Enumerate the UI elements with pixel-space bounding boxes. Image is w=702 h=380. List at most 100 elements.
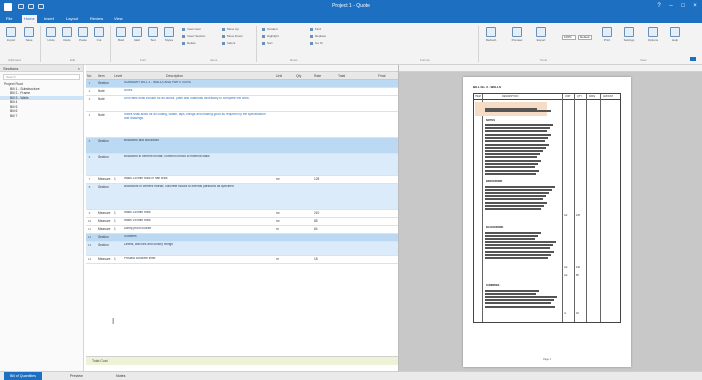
- bold-button[interactable]: Bold: [114, 27, 128, 42]
- styles-label: Styles: [164, 38, 174, 42]
- tab-bill-of-quantities[interactable]: Bill of Quantities: [4, 372, 42, 380]
- tab-view[interactable]: View: [112, 15, 125, 23]
- ribbon: Import Save Undo Redo Paste Cut Bold Ita…: [0, 23, 702, 65]
- move-down-command[interactable]: Move Down: [222, 34, 243, 39]
- pg-text-line: [485, 302, 551, 304]
- style-select[interactable]: Default: [578, 35, 592, 40]
- title-bar: Project 1 - Quote ? – □ ×: [0, 0, 702, 14]
- zoom-select[interactable]: 100%: [562, 35, 576, 40]
- table-row[interactable]: 2 Note Notes: [86, 88, 398, 96]
- page-table: ITEM DESCRIPTION UNIT QTY RATE AMOUNT NO…: [473, 93, 621, 323]
- table-row[interactable]: 4 Note Rates shall allow for all cutting, …: [86, 112, 398, 138]
- table-row[interactable]: 8 Section Blockwork in cement mortar; conc…: [86, 184, 398, 210]
- tab-insert[interactable]: Insert: [42, 15, 56, 23]
- row-description: Notes: [124, 89, 133, 92]
- row-qty: 210: [314, 211, 320, 215]
- paste-label: Paste: [79, 38, 87, 42]
- table-row[interactable]: 13 Section Lintels, wall ties and sundry f…: [86, 242, 398, 256]
- column-final[interactable]: Final: [378, 74, 385, 78]
- table-row[interactable]: 9 Measure 1 Walls 140mm thick m² 210: [86, 210, 398, 218]
- pg-col-amount: AMOUNT: [603, 95, 614, 98]
- column-unit[interactable]: Unit: [276, 74, 282, 78]
- sidebar-title: Sections: [3, 66, 19, 71]
- pg-qty: 18: [576, 312, 579, 315]
- row-item-type: Section: [98, 155, 109, 159]
- help-button[interactable]: Help: [668, 27, 682, 42]
- tab-file[interactable]: File: [4, 15, 14, 23]
- pg-text-line: [485, 189, 552, 191]
- tab-layout[interactable]: Layout: [64, 15, 80, 23]
- page-title: BILL No. 3 - WALLS: [473, 85, 501, 89]
- row-description: Walls 190mm thick: [124, 219, 151, 222]
- tab-notes[interactable]: Notes: [110, 372, 131, 380]
- collapse-ribbon-icon[interactable]: [690, 57, 696, 61]
- export-button[interactable]: Export: [534, 27, 548, 42]
- table-row[interactable]: 6 Section Brickwork in cement mortar; comm…: [86, 154, 398, 176]
- tab-home[interactable]: Home: [22, 15, 37, 23]
- cut-button[interactable]: Cut: [92, 27, 106, 42]
- delete-command[interactable]: Delete: [182, 41, 196, 46]
- table-row[interactable]: 10 Measure 1 Walls 190mm thick m² 85: [86, 218, 398, 226]
- redo-button[interactable]: Redo: [60, 27, 74, 42]
- maximize-icon[interactable]: □: [680, 3, 686, 9]
- import-icon: [6, 27, 16, 37]
- pg-text-line: [485, 238, 535, 240]
- pg-divider: [574, 94, 575, 322]
- italic-button[interactable]: Italic: [130, 27, 144, 42]
- row-qty: 85: [314, 219, 318, 223]
- column-rate[interactable]: Rate: [314, 74, 321, 78]
- find-command[interactable]: Find: [310, 27, 321, 32]
- column-no[interactable]: No: [87, 74, 91, 78]
- column-description[interactable]: Description: [166, 74, 183, 78]
- tab-review[interactable]: Review: [88, 15, 105, 23]
- refresh-label: Refresh: [485, 38, 497, 42]
- import-button[interactable]: Import: [4, 27, 18, 42]
- highlight-command[interactable]: Highlight: [262, 34, 279, 39]
- row-unit: m: [276, 227, 279, 231]
- table-row[interactable]: 11 Measure 1 Damp proof course m 64: [86, 226, 398, 234]
- table-row[interactable]: 5 Section Brickwork and blockwork: [86, 138, 398, 154]
- pg-text-line: [485, 208, 541, 210]
- outdent-command[interactable]: Outdent: [262, 27, 278, 32]
- styles-button[interactable]: Styles: [162, 27, 176, 42]
- replace-command[interactable]: Replace: [310, 34, 326, 39]
- table-row[interactable]: 1 Section SUMMARY BILL 3 - WALLS AND PARTI…: [86, 80, 398, 88]
- move-up-command[interactable]: Move Up: [222, 27, 239, 32]
- table-row[interactable]: 7 Measure 1 Walls 230mm thick in half brick…: [86, 176, 398, 184]
- row-number: 8: [88, 185, 91, 189]
- close-icon[interactable]: ×: [78, 65, 80, 72]
- text-button[interactable]: Text: [146, 27, 160, 42]
- row-description: Lintels, wall ties and sundry fixings: [124, 243, 173, 246]
- close-icon[interactable]: ×: [692, 3, 698, 9]
- column-qty[interactable]: Qty: [296, 74, 301, 78]
- go-to-command[interactable]: Go To: [310, 41, 323, 46]
- refresh-button[interactable]: Refresh: [484, 27, 498, 42]
- save-button[interactable]: Save: [22, 27, 36, 42]
- tab-preview[interactable]: Preview: [64, 372, 89, 380]
- table-row[interactable]: 12 Section Sundries: [86, 234, 398, 242]
- pg-label-brickwork: BRICKWORK: [486, 180, 503, 183]
- preview-button[interactable]: Preview: [510, 27, 524, 42]
- sidebar-item[interactable]: Bill 7: [0, 114, 83, 119]
- help-icon[interactable]: ?: [656, 3, 662, 9]
- table-row[interactable]: 3 Note Unit rates shall include for all la…: [86, 96, 398, 112]
- column-total[interactable]: Total: [338, 74, 345, 78]
- search-input[interactable]: Search: [3, 74, 80, 80]
- options-button[interactable]: Options: [646, 27, 660, 42]
- column-item[interactable]: Item: [98, 74, 105, 78]
- row-number: 10: [87, 219, 92, 223]
- print-button[interactable]: Print: [600, 27, 614, 42]
- indent-command[interactable]: Indent: [222, 41, 235, 46]
- row-description: Rates shall allow for all cutting, waste…: [124, 113, 266, 120]
- column-level[interactable]: Level: [114, 74, 122, 78]
- minimize-icon[interactable]: –: [668, 3, 674, 9]
- paste-button[interactable]: Paste: [76, 27, 90, 42]
- table-row[interactable]: 14 Measure 1 Precast concrete lintel nr 18: [86, 256, 398, 264]
- sort-command[interactable]: Sort: [262, 41, 273, 46]
- insert-section-command[interactable]: Insert Section: [182, 34, 205, 39]
- settings-icon: [624, 27, 634, 37]
- settings-button[interactable]: Settings: [622, 27, 636, 42]
- insert-item-command[interactable]: Insert Item: [182, 27, 201, 32]
- undo-button[interactable]: Undo: [44, 27, 58, 42]
- separator: [478, 26, 479, 62]
